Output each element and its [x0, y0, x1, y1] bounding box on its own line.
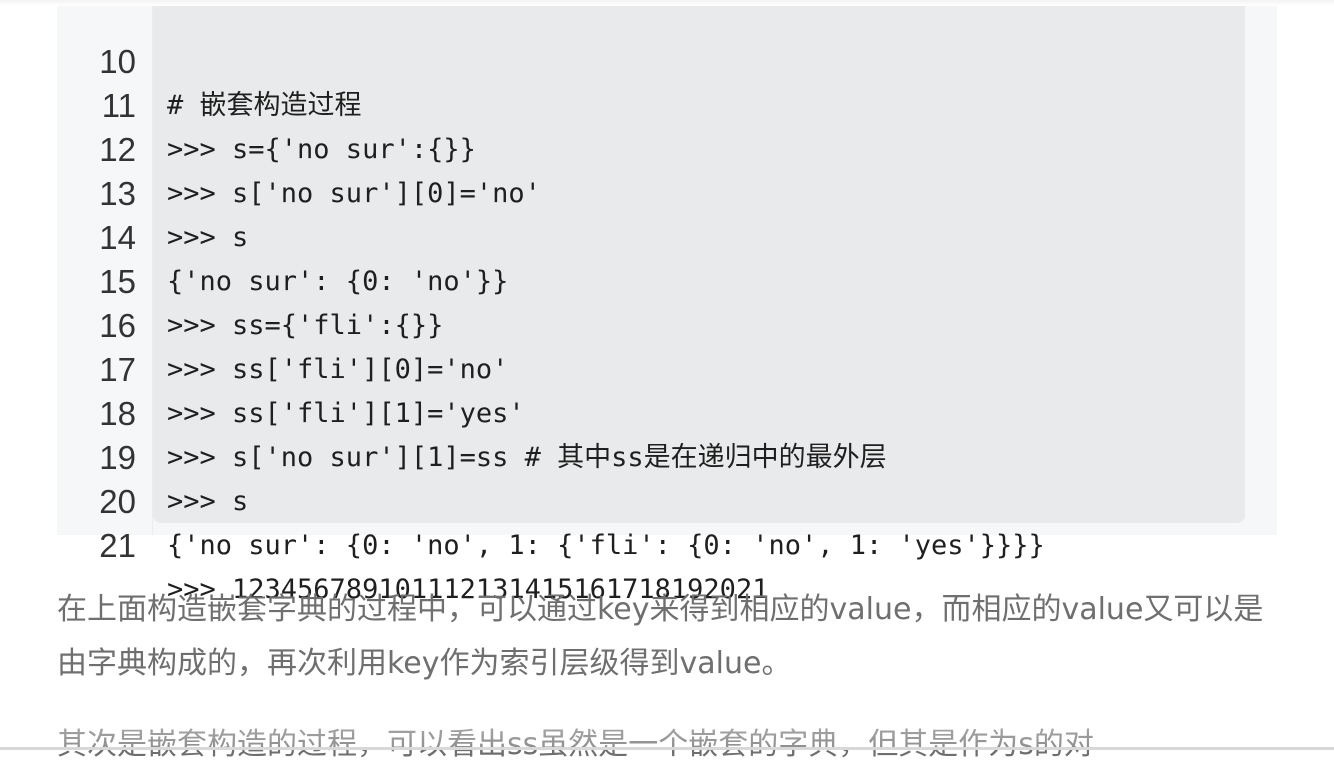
code-line: 19 >>> s [57, 392, 1277, 517]
code-line: 14 {'no sur': {0: 'no'}} [57, 172, 1277, 297]
code-line: 20 {'no sur': {0: 'no', 1: {'fli': {0: '… [57, 436, 1277, 561]
code-line: 11 >>> s={'no sur':{}} [57, 40, 1277, 165]
code-line: 16 >>> ss['fli'][0]='no' [57, 260, 1277, 385]
article-paragraph: 其次是嵌套构造的过程，可以看出ss虽然是一个嵌套的字典，但其是作为s的对 [57, 727, 1094, 762]
code-line: 15 >>> ss={'fli':{}} [57, 216, 1277, 341]
top-bar-shadow [0, 0, 1334, 6]
code-line: 10 # 嵌套构造过程 [57, 0, 1277, 121]
line-number: 21 [99, 527, 136, 564]
code-line: 13 >>> s [57, 128, 1277, 253]
code-line: 18 >>> s['no sur'][1]=ss # 其中ss是在递归中的最外层 [57, 348, 1277, 473]
code-line: 17 >>> ss['fli'][1]='yes' [57, 304, 1277, 429]
code-line: 21 >>> 123456789101112131415161718192021 [57, 480, 1277, 605]
article-paragraph: 在上面构造嵌套字典的过程中，可以通过key来得到相应的value，而相应的val… [57, 592, 1264, 681]
code-line: 12 >>> s['no sur'][0]='no' [57, 84, 1277, 209]
code-text: {'no sur': {0: 'no', 1: {'fli': {0: 'no'… [167, 530, 1045, 561]
